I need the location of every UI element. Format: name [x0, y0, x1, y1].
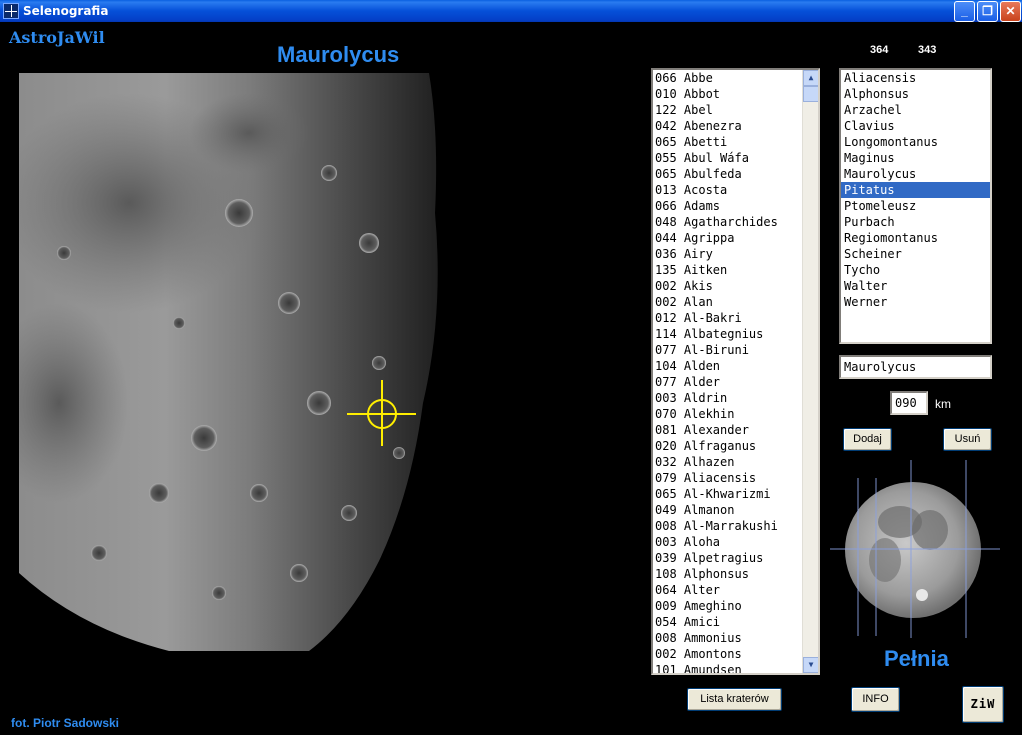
- title-bar: Selenografia _ ❐ ✕: [0, 0, 1022, 22]
- maximize-icon: ❐: [982, 4, 993, 18]
- selected-crater-item[interactable]: Purbach: [841, 214, 990, 230]
- close-icon: ✕: [1005, 4, 1016, 18]
- selected-crater-item[interactable]: Arzachel: [841, 102, 990, 118]
- selected-crater-item[interactable]: Regiomontanus: [841, 230, 990, 246]
- close-button[interactable]: ✕: [1000, 1, 1021, 22]
- selected-crater-item[interactable]: Aliacensis: [841, 70, 990, 86]
- crater-list-item[interactable]: 077 Alder: [653, 374, 818, 390]
- selected-crater-item[interactable]: Tycho: [841, 262, 990, 278]
- selected-crater-item[interactable]: Maginus: [841, 150, 990, 166]
- crater-list-item[interactable]: 020 Alfraganus: [653, 438, 818, 454]
- selected-crater-item[interactable]: Ptomeleusz: [841, 198, 990, 214]
- scroll-up-button[interactable]: ▲: [803, 70, 818, 86]
- crater-list-item[interactable]: 002 Amontons: [653, 646, 818, 662]
- crater-list-item[interactable]: 049 Almanon: [653, 502, 818, 518]
- selected-crater-item[interactable]: Walter: [841, 278, 990, 294]
- brand-logo: AstroJaWil: [9, 28, 105, 47]
- crater-list-item[interactable]: 066 Abbe: [653, 70, 818, 86]
- crater-list[interactable]: 066 Abbe 010 Abbot 122 Abel 042 Abenezra 065…: [651, 68, 820, 675]
- app-icon: [3, 3, 19, 19]
- crater-name-field[interactable]: Maurolycus: [839, 355, 992, 379]
- moon-phase-image: [830, 460, 1000, 638]
- window-title: Selenografia: [23, 4, 109, 18]
- add-button[interactable]: Dodaj: [843, 428, 892, 451]
- crater-list-item[interactable]: 039 Alpetragius: [653, 550, 818, 566]
- selected-crater-item[interactable]: Scheiner: [841, 246, 990, 262]
- minimize-icon: _: [961, 4, 968, 18]
- crater-list-item[interactable]: 009 Ameghino: [653, 598, 818, 614]
- selected-crater-item[interactable]: Werner: [841, 294, 990, 310]
- crater-title: Maurolycus: [277, 42, 400, 67]
- crater-list-item[interactable]: 032 Alhazen: [653, 454, 818, 470]
- maximize-button[interactable]: ❐: [977, 1, 998, 22]
- phase-label: Pełnia: [884, 646, 949, 671]
- crater-list-item[interactable]: 054 Amici: [653, 614, 818, 630]
- crater-list-item[interactable]: 065 Al-Khwarizmi: [653, 486, 818, 502]
- crater-list-item[interactable]: 135 Aitken: [653, 262, 818, 278]
- ziw-button[interactable]: ZiW: [962, 686, 1004, 723]
- photo-credit: fot. Piotr Sadowski: [11, 716, 120, 730]
- crater-list-item[interactable]: 064 Alter: [653, 582, 818, 598]
- selected-crater-item[interactable]: Longomontanus: [841, 134, 990, 150]
- crater-list-item[interactable]: 036 Airy: [653, 246, 818, 262]
- crater-list-item[interactable]: 101 Amundsen: [653, 662, 818, 673]
- crater-size-field[interactable]: 090: [890, 391, 928, 415]
- crater-list-item[interactable]: 077 Al-Biruni: [653, 342, 818, 358]
- crater-list-item[interactable]: 008 Ammonius: [653, 630, 818, 646]
- scroll-thumb[interactable]: [803, 86, 818, 102]
- crater-list-item[interactable]: 002 Alan: [653, 294, 818, 310]
- crater-list-item[interactable]: 066 Adams: [653, 198, 818, 214]
- counter-second: 343: [918, 44, 937, 56]
- crater-list-item[interactable]: 013 Acosta: [653, 182, 818, 198]
- crater-list-item[interactable]: 108 Alphonsus: [653, 566, 818, 582]
- crater-list-item[interactable]: 122 Abel: [653, 102, 818, 118]
- minimize-button[interactable]: _: [954, 1, 975, 22]
- crater-list-item[interactable]: 042 Abenezra: [653, 118, 818, 134]
- chevron-down-icon: ▼: [808, 660, 814, 669]
- crater-list-item[interactable]: 065 Abulfeda: [653, 166, 818, 182]
- crater-list-item[interactable]: 003 Aloha: [653, 534, 818, 550]
- crater-list-item[interactable]: 010 Abbot: [653, 86, 818, 102]
- crater-list-item[interactable]: 012 Al-Bakri: [653, 310, 818, 326]
- crater-list-item[interactable]: 079 Aliacensis: [653, 470, 818, 486]
- selected-crater-item[interactable]: Maurolycus: [841, 166, 990, 182]
- crater-list-button[interactable]: Lista kraterów: [687, 688, 782, 711]
- crater-list-item[interactable]: 048 Agatharchides: [653, 214, 818, 230]
- crater-list-item[interactable]: 114 Albategnius: [653, 326, 818, 342]
- info-button[interactable]: INFO: [851, 687, 900, 712]
- moon-image[interactable]: [19, 73, 445, 651]
- remove-button[interactable]: Usuń: [943, 428, 992, 451]
- selected-crater-item[interactable]: Pitatus: [841, 182, 990, 198]
- selected-crater-item[interactable]: Alphonsus: [841, 86, 990, 102]
- crater-list-item[interactable]: 055 Abul Wáfa: [653, 150, 818, 166]
- crater-list-item[interactable]: 003 Aldrin: [653, 390, 818, 406]
- crater-list-item[interactable]: 044 Agrippa: [653, 230, 818, 246]
- crater-list-item[interactable]: 065 Abetti: [653, 134, 818, 150]
- size-unit-label: km: [935, 397, 951, 411]
- selected-crater-list[interactable]: Aliacensis Alphonsus Arzachel Clavius Longom…: [839, 68, 992, 344]
- crater-list-scrollbar[interactable]: ▲ ▼: [802, 70, 818, 673]
- chevron-up-icon: ▲: [808, 73, 814, 82]
- counter-total: 364: [870, 44, 889, 56]
- crater-list-item[interactable]: 002 Akis: [653, 278, 818, 294]
- selected-crater-item[interactable]: Clavius: [841, 118, 990, 134]
- crater-list-item[interactable]: 081 Alexander: [653, 422, 818, 438]
- crater-list-item[interactable]: 008 Al-Marrakushi: [653, 518, 818, 534]
- crater-list-item[interactable]: 070 Alekhin: [653, 406, 818, 422]
- crater-list-item[interactable]: 104 Alden: [653, 358, 818, 374]
- scroll-down-button[interactable]: ▼: [803, 657, 818, 673]
